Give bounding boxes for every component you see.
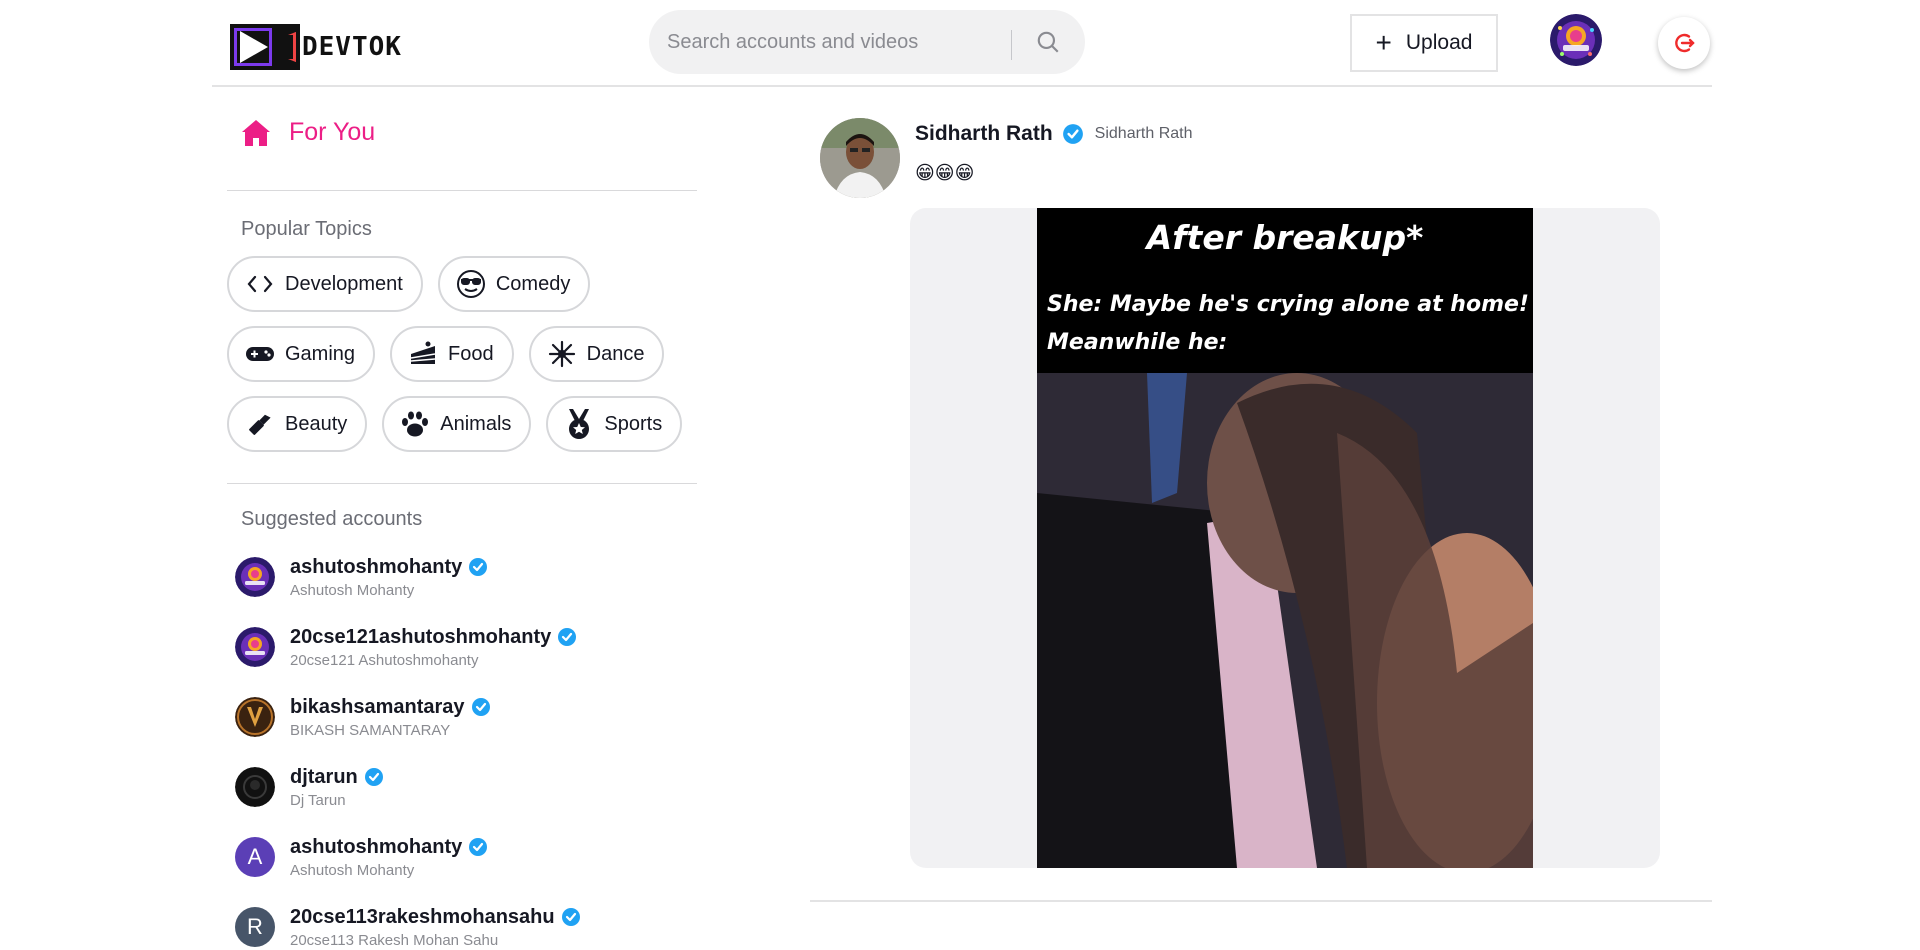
- account-username: bikashsamantaray: [290, 695, 465, 718]
- account-name: 20cse121 Ashutoshmohanty: [290, 652, 479, 669]
- paw-icon: [400, 409, 430, 439]
- popular-topics-title: Popular Topics: [241, 218, 372, 240]
- verified-icon: [469, 838, 488, 856]
- topic-label: Comedy: [495, 272, 571, 295]
- account-item[interactable]: djtarun Dj Tarun: [235, 765, 695, 835]
- cake-icon: [408, 339, 438, 369]
- search-button[interactable]: [1025, 20, 1071, 64]
- account-item[interactable]: ashutoshmohanty Ashutosh Mohanty: [235, 555, 695, 625]
- verified-icon: [561, 908, 580, 926]
- topic-food[interactable]: Food: [390, 326, 514, 382]
- search-bar: [649, 10, 1085, 74]
- video-card: After breakup* She: Maybe he's crying al…: [910, 208, 1660, 868]
- for-you-label: For You: [289, 118, 376, 146]
- profile-avatar[interactable]: [1550, 14, 1602, 66]
- logo-text: DEVTOK: [302, 32, 402, 62]
- video-text-line: Meanwhile he:: [1047, 330, 1228, 355]
- account-name: Dj Tarun: [290, 792, 346, 809]
- account-name: Ashutosh Mohanty: [290, 582, 415, 599]
- topic-label: Sports: [604, 412, 663, 435]
- topic-gaming[interactable]: Gaming: [227, 326, 376, 382]
- avatar: [235, 627, 275, 667]
- account-username: djtarun: [290, 765, 358, 788]
- home-icon: [242, 119, 270, 146]
- logo-icon: [230, 24, 300, 70]
- video-caption-overlay: After breakup* She: Maybe he's crying al…: [1037, 208, 1533, 373]
- account-item[interactable]: 20cse121ashutoshmohanty 20cse121 Ashutos…: [235, 625, 695, 695]
- video-player[interactable]: After breakup* She: Maybe he's crying al…: [1037, 208, 1533, 868]
- topic-label: Development: [285, 272, 403, 295]
- code-icon: [245, 269, 275, 299]
- logout-button[interactable]: [1658, 17, 1710, 69]
- account-item[interactable]: bikashsamantaray BIKASH SAMANTARAY: [235, 695, 695, 765]
- video-title-text: After breakup*: [1146, 218, 1424, 257]
- topic-label: Dance: [586, 342, 645, 365]
- account-name: BIKASH SAMANTARAY: [290, 722, 451, 739]
- avatar: [235, 697, 275, 737]
- verified-icon: [558, 628, 577, 646]
- suggested-accounts-list: ashutoshmohanty Ashutosh Mohanty 20cse12…: [235, 555, 695, 950]
- divider: [227, 483, 697, 484]
- video-text-line: She: Maybe he's crying alone at home!: [1047, 292, 1529, 317]
- account-name: 20cse113 Rakesh Mohan Sahu: [290, 932, 499, 949]
- lipstick-icon: [245, 409, 275, 439]
- account-username: 20cse113rakeshmohansahu: [290, 905, 555, 928]
- video-feed: Sidharth Rath Sidharth Rath 😁😁😁 After br…: [810, 88, 1712, 950]
- sidebar: For You Popular Topics Development Comed…: [227, 88, 697, 950]
- post-username: Sidharth Rath: [915, 122, 1053, 145]
- post-author-avatar[interactable]: [820, 118, 900, 198]
- devtok-logo[interactable]: DEVTOK: [230, 24, 402, 70]
- top-header: DEVTOK + Upload: [212, 0, 1712, 87]
- post-divider: [810, 900, 1712, 902]
- avatar: [235, 557, 275, 597]
- dance-icon: [547, 339, 577, 369]
- account-username: ashutoshmohanty: [290, 555, 463, 578]
- topic-label: Animals: [440, 412, 512, 435]
- upload-button[interactable]: + Upload: [1350, 14, 1498, 72]
- post-display-name: Sidharth Rath: [1094, 125, 1193, 142]
- post-caption: 😁😁😁: [915, 163, 975, 184]
- topic-comedy[interactable]: Comedy: [437, 256, 591, 312]
- gamepad-icon: [245, 339, 275, 369]
- search-separator: [1011, 30, 1012, 60]
- verified-icon: [471, 698, 490, 716]
- topic-dance[interactable]: Dance: [528, 326, 665, 382]
- avatar: A: [235, 837, 275, 877]
- sunglasses-face-icon: [456, 269, 486, 299]
- verified-icon: [469, 558, 488, 576]
- medal-icon: [564, 409, 594, 439]
- search-input[interactable]: [667, 10, 1007, 74]
- topic-label: Beauty: [285, 412, 348, 435]
- topic-label: Food: [448, 342, 494, 365]
- upload-label: Upload: [1405, 31, 1473, 54]
- post-author[interactable]: Sidharth Rath Sidharth Rath: [915, 122, 1193, 146]
- search-icon: [1037, 31, 1059, 53]
- account-username: 20cse121ashutoshmohanty: [290, 625, 552, 648]
- avatar: [235, 767, 275, 807]
- plus-icon: +: [1375, 27, 1392, 58]
- verified-icon: [364, 768, 383, 786]
- verified-icon: [1062, 124, 1083, 144]
- topic-beauty[interactable]: Beauty: [227, 396, 368, 452]
- topic-animals[interactable]: Animals: [382, 396, 532, 452]
- account-item[interactable]: R 20cse113rakeshmohansahu 20cse113 Rakes…: [235, 905, 695, 950]
- avatar: R: [235, 907, 275, 947]
- topic-sports[interactable]: Sports: [546, 396, 683, 452]
- nav-for-you[interactable]: For You: [241, 118, 375, 147]
- topic-label: Gaming: [285, 342, 356, 365]
- account-item[interactable]: A ashutoshmohanty Ashutosh Mohanty: [235, 835, 695, 905]
- suggested-accounts-title: Suggested accounts: [241, 508, 423, 530]
- topics-list: Development Comedy Gaming Food Dance Bea…: [227, 256, 697, 466]
- divider: [227, 190, 697, 191]
- topic-development[interactable]: Development: [227, 256, 423, 312]
- account-username: ashutoshmohanty: [290, 835, 463, 858]
- logout-icon: [1675, 33, 1695, 53]
- video-frame: [1037, 373, 1533, 868]
- account-name: Ashutosh Mohanty: [290, 862, 415, 879]
